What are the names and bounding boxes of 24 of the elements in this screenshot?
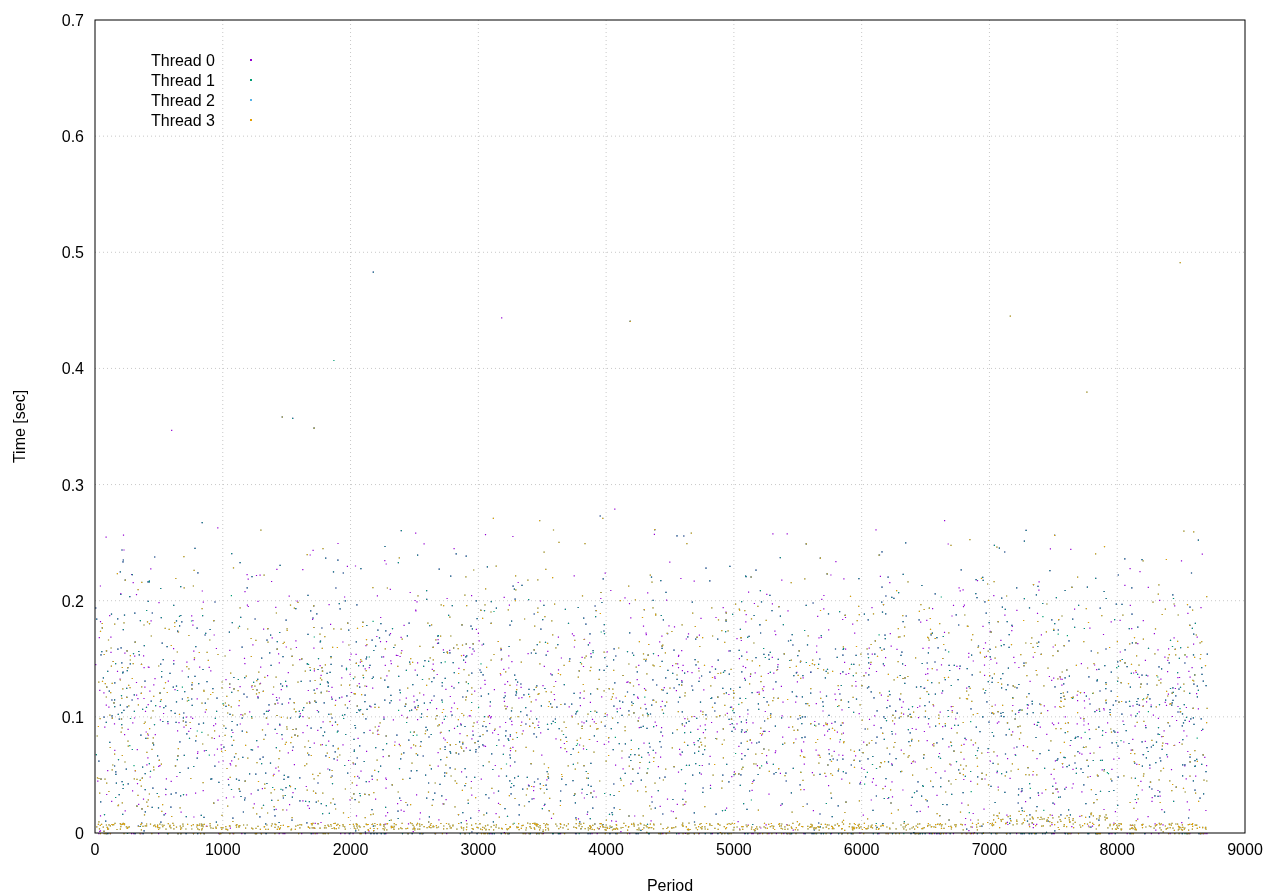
y-tick-label: 0.3 (61, 476, 84, 494)
y-tick-label: 0.6 (61, 128, 84, 146)
x-tick-label: 3000 (460, 841, 497, 858)
x-tick-label: 4000 (588, 841, 624, 858)
y-tick-label: 0.1 (61, 708, 84, 726)
legend-label: Thread 2 (150, 92, 215, 109)
x-tick-label: 0 (90, 841, 100, 858)
x-tick-label: 9000 (1227, 841, 1263, 858)
legend-label: Thread 1 (150, 72, 215, 89)
y-tick-label: 0.2 (61, 592, 84, 610)
x-tick-label: 2000 (332, 841, 369, 858)
x-axis-label: Period (646, 877, 694, 894)
y-tick-label: 0.4 (61, 360, 84, 378)
x-tick-label: 1000 (205, 841, 241, 858)
y-axis-label: Time [sec] (11, 389, 28, 464)
x-tick-label: 8000 (1099, 841, 1135, 858)
legend-label: Thread 3 (150, 112, 215, 129)
y-tick-label: 0.7 (61, 12, 84, 29)
legend-label: Thread 0 (150, 52, 215, 69)
y-tick-label: 0 (75, 825, 84, 842)
x-tick-label: 5000 (716, 841, 752, 858)
y-tick-label: 0.5 (61, 244, 84, 262)
x-tick-label: 6000 (843, 841, 880, 858)
x-tick-label: 7000 (971, 841, 1008, 858)
